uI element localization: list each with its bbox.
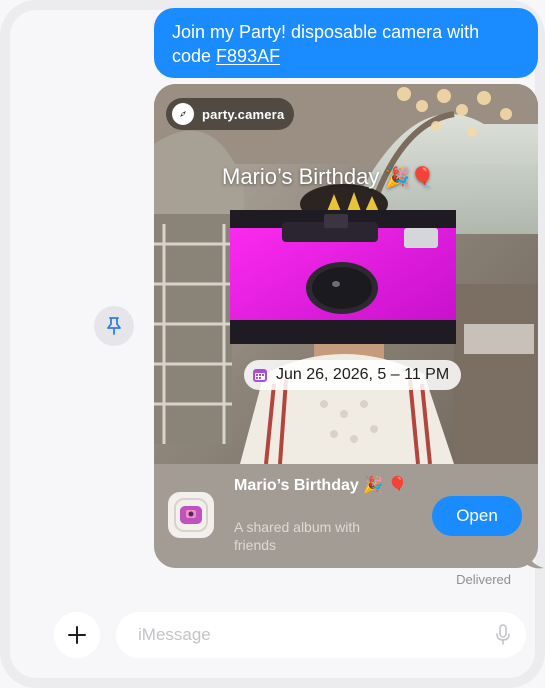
event-title-emoji: 🎉🎈 <box>385 167 436 189</box>
pin-button[interactable] <box>94 306 134 346</box>
bubble-tail <box>522 548 544 569</box>
messages-screen: Join my Party! disposable camera with co… <box>0 0 545 688</box>
sent-message-bubble[interactable]: Join my Party! disposable camera with co… <box>154 8 538 78</box>
party-camera-link-card[interactable]: party.camera Mario’s Birthday 🎉🎈 Jun 26, … <box>154 84 538 568</box>
message-input[interactable] <box>136 624 470 646</box>
event-date-text: Jun 26, 2026, 5 – 11 PM <box>276 366 450 383</box>
card-footer: Mario’s Birthday 🎉 🎈 A shared album with… <box>154 464 538 568</box>
party-camera-app-icon <box>168 492 214 538</box>
site-domain: party.camera <box>202 106 285 122</box>
delivery-status: Delivered <box>456 572 511 587</box>
add-attachment-button[interactable] <box>54 612 100 658</box>
compass-icon <box>172 103 194 125</box>
event-title-text: Mario’s Birthday <box>222 164 380 189</box>
event-title-overlay: Mario’s Birthday 🎉🎈 <box>222 164 435 190</box>
site-badge: party.camera <box>166 98 295 130</box>
pin-icon <box>107 317 121 335</box>
event-date-badge: Jun 26, 2026, 5 – 11 PM <box>244 360 462 390</box>
event-cover-photo: party.camera Mario’s Birthday 🎉🎈 Jun 26, … <box>154 84 538 464</box>
message-composer[interactable] <box>116 612 526 658</box>
footer-subtitle: A shared album with friends <box>234 519 361 553</box>
message-text-prefix: code <box>172 46 217 66</box>
open-button[interactable]: Open <box>432 496 522 536</box>
invite-code-link[interactable]: F893AF <box>216 46 280 66</box>
calendar-icon <box>253 369 267 382</box>
microphone-icon[interactable] <box>496 624 510 646</box>
message-text: Join my Party! disposable camera with <box>172 22 480 42</box>
footer-event-title: Mario’s Birthday 🎉 🎈 <box>234 477 408 494</box>
plus-icon <box>68 626 86 644</box>
